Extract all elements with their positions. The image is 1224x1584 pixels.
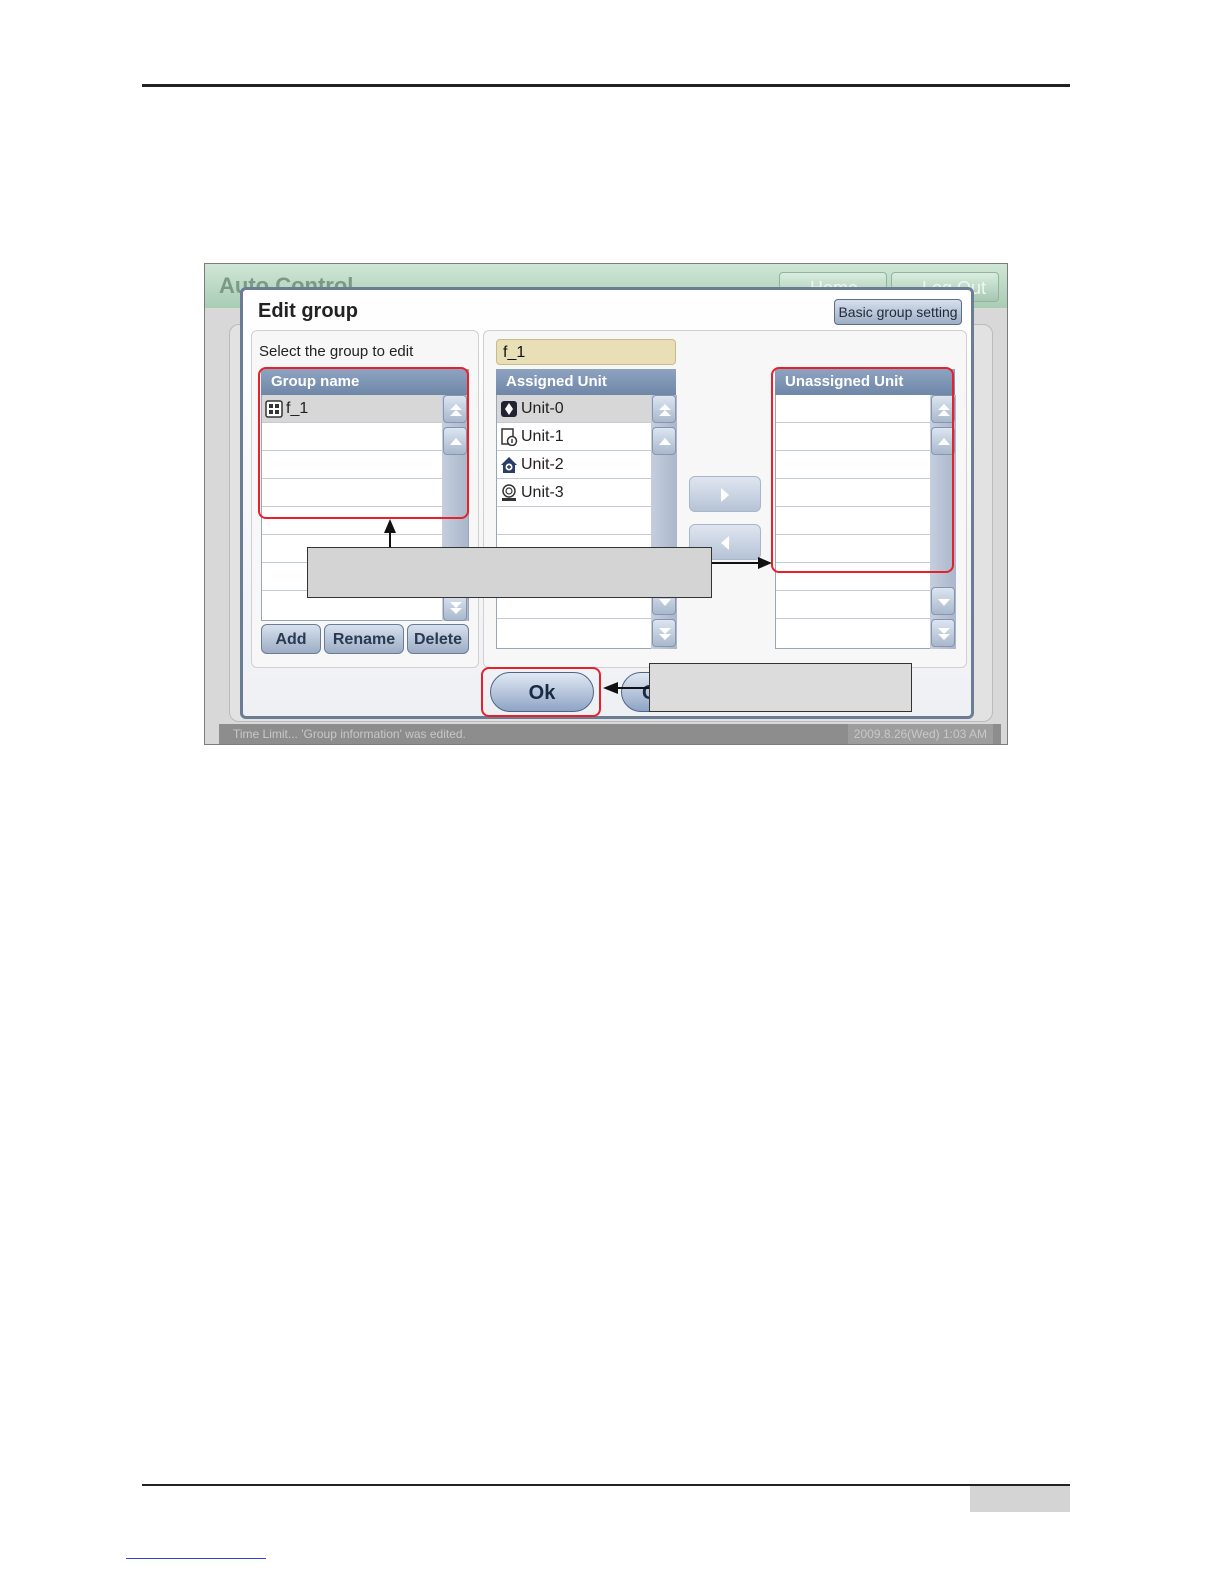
annotation-arrows xyxy=(384,519,772,694)
